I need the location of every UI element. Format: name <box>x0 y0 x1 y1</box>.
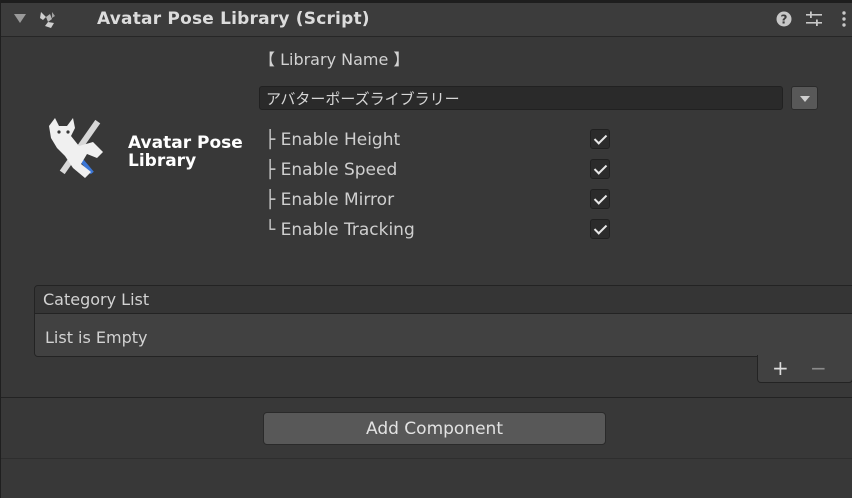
script-icon <box>40 12 55 28</box>
more-options-icon[interactable] <box>835 10 852 28</box>
category-list-title: Category List <box>43 290 150 309</box>
component-header[interactable]: Avatar Pose Library (Script) ? <box>1 0 852 37</box>
logo-line-2: Library <box>128 151 197 171</box>
fold-arrow-icon[interactable] <box>14 14 26 23</box>
check-icon <box>593 221 608 235</box>
check-icon <box>593 191 608 205</box>
option-label: Enable Mirror <box>280 190 395 210</box>
library-name-dropdown-button[interactable] <box>791 86 818 110</box>
list-footer: + − <box>757 355 852 383</box>
enable-speed-checkbox[interactable] <box>590 159 610 179</box>
header-top-border <box>1 0 852 3</box>
option-label: Enable Speed <box>280 160 398 180</box>
tree-end-icon: └ <box>265 220 276 240</box>
check-icon <box>593 131 608 145</box>
inspector-panel: Avatar Pose Library (Script) ? Avatar Po… <box>0 0 852 498</box>
logo-line-1: Avatar Pose <box>128 133 243 153</box>
section-divider <box>1 397 852 398</box>
tree-branch-icon: ├ <box>265 130 276 150</box>
add-component-button[interactable]: Add Component <box>263 412 606 445</box>
library-name-input[interactable] <box>259 86 783 110</box>
library-name-label: 【 Library Name 】 <box>259 50 410 69</box>
component-title: Avatar Pose Library (Script) <box>97 9 370 29</box>
remove-item-button[interactable]: − <box>810 358 827 378</box>
enable-height-checkbox[interactable] <box>590 129 610 149</box>
check-icon <box>593 161 608 175</box>
logo-wordmark: Avatar Pose Library <box>128 134 243 170</box>
add-item-button[interactable]: + <box>772 358 789 378</box>
category-list-header: Category List <box>35 286 852 314</box>
enable-tracking-checkbox[interactable] <box>590 219 610 239</box>
category-list-body[interactable]: List is Empty <box>35 314 852 356</box>
option-enable-speed: ├ Enable Speed <box>265 159 625 181</box>
tree-branch-icon: ├ <box>265 190 276 210</box>
tree-branch-icon: ├ <box>265 160 276 180</box>
category-list: Category List List is Empty <box>34 285 852 357</box>
option-enable-height: ├ Enable Height <box>265 129 625 151</box>
preset-settings-icon[interactable] <box>805 10 823 28</box>
option-enable-mirror: ├ Enable Mirror <box>265 189 625 211</box>
option-label: Enable Tracking <box>280 220 415 240</box>
option-enable-tracking: └ Enable Tracking <box>265 219 625 241</box>
chevron-down-icon <box>800 96 810 102</box>
list-empty-text: List is Empty <box>45 328 148 347</box>
svg-text:?: ? <box>781 13 788 27</box>
bottom-divider <box>1 458 852 459</box>
enable-mirror-checkbox[interactable] <box>590 189 610 209</box>
help-icon[interactable]: ? <box>775 10 793 28</box>
option-label: Enable Height <box>280 130 401 150</box>
